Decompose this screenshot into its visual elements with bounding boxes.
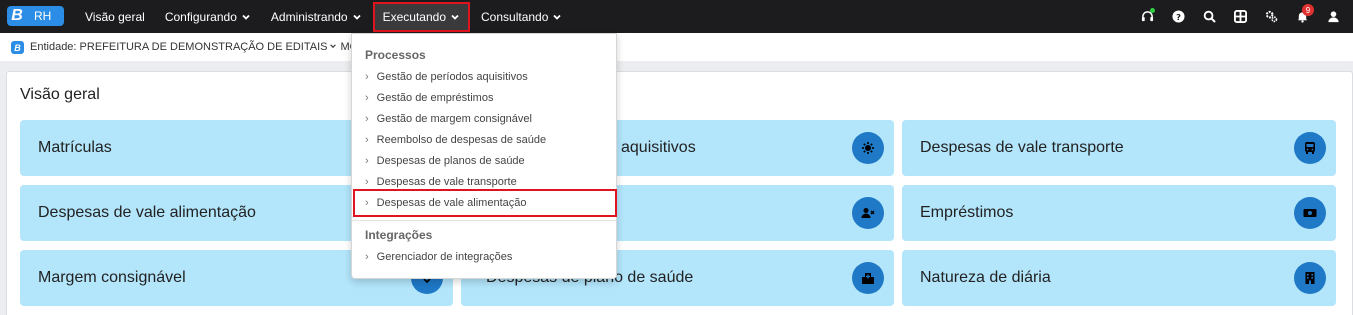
headset-icon[interactable] xyxy=(1132,0,1163,33)
card-label: Margem consignável xyxy=(38,269,186,286)
entity-bar: B Entidade: PREFEITURA DE DEMONSTRAÇÃO D… xyxy=(0,33,1353,61)
menu-item-despesas-planos-saude[interactable]: › Despesas de planos de saúde xyxy=(365,150,525,171)
menu-item-label: Gerenciador de integrações xyxy=(376,250,513,263)
main-panel: Visão geral Matrículas aquisitivos Despe… xyxy=(6,71,1353,315)
chevron-down-icon xyxy=(242,14,250,20)
card-label: Despesas de vale alimentação xyxy=(38,204,256,221)
chevron-right-icon: › xyxy=(365,112,369,125)
page-title: Visão geral xyxy=(20,86,100,103)
card-label: Matrículas xyxy=(38,139,112,156)
menu-section-header: Processos xyxy=(365,48,426,62)
grid-icon[interactable] xyxy=(1225,0,1256,33)
menu-divider xyxy=(352,220,616,221)
entity-logo-icon: B xyxy=(11,41,24,54)
nav-configurando[interactable]: Configurando xyxy=(155,0,261,33)
menu-section-header: Integrações xyxy=(365,228,433,242)
sun-gear-icon xyxy=(852,132,884,164)
svg-text:?: ? xyxy=(1176,12,1181,22)
menu-item-label: Despesas de vale transporte xyxy=(376,175,517,188)
nav-executando[interactable]: Executando xyxy=(372,2,470,32)
menu-item-gestao-periodos-aquisitivos[interactable]: › Gestão de períodos aquisitivos xyxy=(365,66,528,87)
menu-item-gestao-margem-consignavel[interactable]: › Gestão de margem consignável xyxy=(365,108,532,129)
card-label: Natureza de diária xyxy=(920,269,1051,286)
user-icon[interactable] xyxy=(1318,0,1349,33)
chevron-right-icon: › xyxy=(365,70,369,83)
bell-icon[interactable]: 9 xyxy=(1287,0,1318,33)
nav-administrando[interactable]: Administrando xyxy=(261,0,372,33)
menu-item-label: Despesas de planos de saúde xyxy=(376,154,525,167)
card-label: aquisitivos xyxy=(621,139,696,156)
menu-item-label: Gestão de empréstimos xyxy=(376,91,494,104)
nav-label: Configurando xyxy=(164,9,237,24)
card-natureza-diaria[interactable]: Natureza de diária xyxy=(902,250,1336,306)
menu-item-gestao-emprestimos[interactable]: › Gestão de empréstimos xyxy=(365,87,493,108)
nav-label: Administrando xyxy=(270,9,348,24)
nav-label: Visão geral xyxy=(85,9,145,24)
menu-item-label: Gestão de períodos aquisitivos xyxy=(376,70,528,83)
logo-letter: B xyxy=(11,7,23,24)
card-label: Despesas de vale transporte xyxy=(920,139,1124,156)
card-vale-transporte[interactable]: Despesas de vale transporte xyxy=(902,120,1336,176)
entity-label: Entidade: PREFEITURA DE DEMONSTRAÇÃO DE … xyxy=(30,41,328,53)
chevron-right-icon: › xyxy=(365,91,369,104)
notification-badge: 9 xyxy=(1302,4,1314,16)
chevron-right-icon: › xyxy=(365,175,369,188)
menu-item-label: Despesas de vale alimentação xyxy=(376,197,527,209)
chevron-down-icon xyxy=(451,14,459,20)
chevron-down-icon xyxy=(330,44,337,49)
executando-dropdown-menu: Processos › Gestão de períodos aquisitiv… xyxy=(351,33,617,279)
user-remove-icon xyxy=(852,197,884,229)
nav-label: Consultando xyxy=(481,9,549,24)
hospital-icon xyxy=(852,262,884,294)
logo-text: RH xyxy=(34,9,52,23)
nav-label: Executando xyxy=(382,10,446,24)
bus-icon xyxy=(1294,132,1326,164)
chevron-right-icon: › xyxy=(365,197,369,209)
nav-visao-geral[interactable]: Visão geral xyxy=(75,0,155,33)
chevron-down-icon xyxy=(553,14,562,20)
menu-item-label: Reembolso de despesas de saúde xyxy=(376,133,547,146)
entity-selector[interactable]: Entidade: PREFEITURA DE DEMONSTRAÇÃO DE … xyxy=(30,41,374,53)
money-icon xyxy=(1294,197,1326,229)
chevron-right-icon: › xyxy=(365,133,369,146)
chevron-right-icon: › xyxy=(365,154,369,167)
top-navbar: B RH Visão geral Configurando Administra… xyxy=(0,0,1353,33)
help-icon[interactable]: ? xyxy=(1163,0,1194,33)
card-label: Empréstimos xyxy=(920,204,1014,221)
main-nav: Visão geral Configurando Administrando E… xyxy=(75,0,572,33)
chevron-down-icon xyxy=(352,14,361,20)
card-emprestimos[interactable]: Empréstimos xyxy=(902,185,1336,241)
menu-item-label: Gestão de margem consignável xyxy=(376,112,532,125)
menu-item-gerenciador-integracoes[interactable]: › Gerenciador de integrações xyxy=(365,246,512,267)
gears-icon[interactable] xyxy=(1256,0,1287,33)
online-status-dot xyxy=(1150,8,1155,13)
building-icon xyxy=(1294,262,1326,294)
menu-item-reembolso-despesas-saude[interactable]: › Reembolso de despesas de saúde xyxy=(365,129,546,150)
nav-consultando[interactable]: Consultando xyxy=(471,0,572,33)
chevron-right-icon: › xyxy=(365,250,369,263)
header-actions: ? 9 xyxy=(1132,0,1349,33)
menu-item-despesas-vale-alimentacao[interactable]: › Despesas de vale alimentação xyxy=(353,189,617,217)
search-icon[interactable] xyxy=(1194,0,1225,33)
app-logo[interactable]: B RH xyxy=(7,6,64,26)
